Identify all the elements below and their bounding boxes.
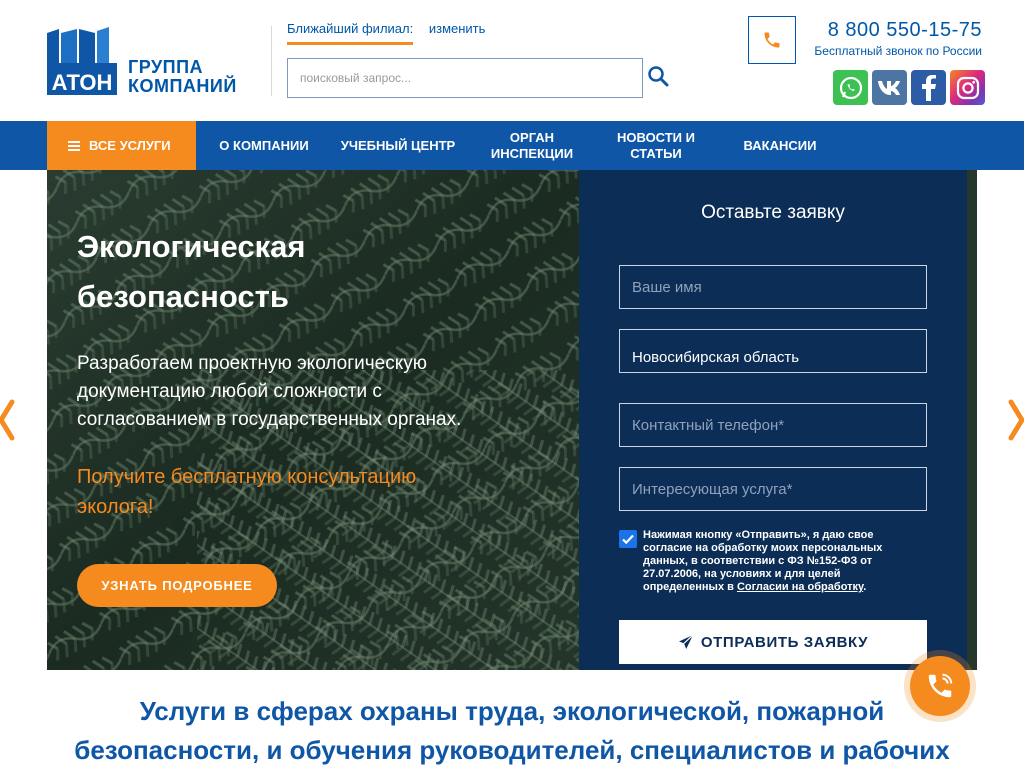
phone-note: Бесплатный звонок по России <box>814 44 982 58</box>
logo-line-2: КОМПАНИЙ <box>128 76 237 96</box>
nav-item-label-2: СТАТЬИ <box>630 145 682 161</box>
consent-line: Нажимая кнопку «Отправить», я даю свое <box>643 529 874 541</box>
header-divider <box>271 26 272 96</box>
logo-line-1: ГРУППА <box>128 57 204 77</box>
hero-desc-line-3: согласованием в государственных органах. <box>77 409 462 430</box>
nav-item-label: ОРГАН <box>509 129 555 145</box>
page: АТОН ГРУППА КОМПАНИЙ Ближайший филиал: и… <box>0 0 1024 768</box>
nearest-branch: Ближайший филиал: изменить <box>287 21 485 45</box>
consent-line: согласие на обработку моих персональных <box>643 542 883 554</box>
slider-next-arrow[interactable] <box>1006 398 1024 442</box>
all-services-button[interactable]: ВСЕ УСЛУГИ <box>47 121 196 170</box>
consent-checkbox[interactable] <box>619 530 637 548</box>
name-field[interactable] <box>619 265 927 309</box>
nav-item-label: УЧЕБНЫЙ ЦЕНТР <box>340 137 456 153</box>
checkmark-icon <box>622 534 634 545</box>
consent-line: определенных в Согласии на обработку. <box>643 581 903 594</box>
service-field[interactable] <box>619 467 927 511</box>
hero-title-line-2: безопасность <box>77 279 289 314</box>
hero-cta-text: Получите бесплатную консультацию эколога… <box>77 462 517 522</box>
site-header: АТОН ГРУППА КОМПАНИЙ Ближайший филиал: и… <box>0 0 1024 121</box>
branch-label: Ближайший филиал: <box>287 21 414 45</box>
vk-icon[interactable] <box>872 70 907 105</box>
whatsapp-icon[interactable] <box>833 70 868 105</box>
nav-item-news[interactable]: НОВОСТИ И СТАТЬИ <box>598 121 714 170</box>
hero-description: Разработаем проектную экологическую доку… <box>77 350 517 434</box>
hero-desc-line-1: Разработаем проектную экологическую <box>77 353 427 374</box>
services-heading-line-1: Услуги в сферах охраны труда, экологичес… <box>139 696 885 726</box>
consent-end: . <box>863 581 867 593</box>
company-logo[interactable]: АТОН ГРУППА КОМПАНИЙ <box>47 27 237 97</box>
submit-label: ОТПРАВИТЬ ЗАЯВКУ <box>700 633 869 651</box>
request-form: Оставьте заявку Новосибирская область На… <box>579 170 967 670</box>
facebook-icon[interactable] <box>911 70 946 105</box>
consent-text: Нажимая кнопку «Отправить», я даю свое с… <box>643 529 903 594</box>
nav-item-label: НОВОСТИ И <box>617 129 695 145</box>
learn-more-button[interactable]: УЗНАТЬ ПОДРОБНЕЕ <box>77 564 277 607</box>
social-links <box>833 70 985 105</box>
hero-slider: Экологическая безопасность Разработаем п… <box>47 170 977 670</box>
slider-prev-arrow[interactable] <box>0 398 18 442</box>
submit-request-button[interactable]: ОТПРАВИТЬ ЗАЯВКУ <box>619 620 927 664</box>
region-select[interactable]: Новосибирская область <box>619 329 927 373</box>
search-icon[interactable] <box>647 65 671 89</box>
nav-item-inspection-body[interactable]: ОРГАН ИНСПЕКЦИИ <box>474 121 590 170</box>
search-input[interactable] <box>287 58 643 98</box>
phone-field[interactable] <box>619 403 927 447</box>
nav-item-label-2: ИНСПЕКЦИИ <box>490 145 574 161</box>
main-nav: ВСЕ УСЛУГИ О КОМПАНИИ УЧЕБНЫЙ ЦЕНТР ОРГА… <box>0 121 1024 170</box>
phone-icon <box>928 673 953 698</box>
nav-item-training-center[interactable]: УЧЕБНЫЙ ЦЕНТР <box>330 121 466 170</box>
floating-call-button[interactable] <box>910 656 970 716</box>
callback-button[interactable] <box>748 16 796 64</box>
phone-icon <box>764 32 780 48</box>
hero-cta-line-1: Получите бесплатную консультацию <box>77 466 417 488</box>
branch-change-link[interactable]: изменить <box>429 21 486 36</box>
phone-number[interactable]: 8 800 550-15-75 <box>828 19 982 42</box>
send-icon <box>678 634 694 649</box>
nav-item-label: ВАКАНСИИ <box>743 137 817 153</box>
nav-item-label: О КОМПАНИИ <box>219 137 309 153</box>
hero-title: Экологическая безопасность <box>77 222 537 322</box>
services-heading-line-2: безопасности, и обучения руководителей, … <box>74 735 950 765</box>
logo-mark-icon: АТОН <box>47 27 117 95</box>
consent-agreement-link[interactable]: Согласии на обработку <box>737 581 863 593</box>
logo-wordmark: ГРУППА КОМПАНИЙ <box>128 58 237 96</box>
form-title: Оставьте заявку <box>701 202 845 223</box>
all-services-label: ВСЕ УСЛУГИ <box>89 138 171 153</box>
hero-cta-line-2: эколога! <box>77 496 154 518</box>
services-heading: Услуги в сферах охраны труда, экологичес… <box>40 692 984 768</box>
logo-mark-text: АТОН <box>52 70 113 95</box>
menu-icon <box>68 140 80 151</box>
hero-title-line-1: Экологическая <box>77 229 306 264</box>
consent-line: 27.07.2006, на условиях и для целей <box>643 568 841 580</box>
nav-item-company[interactable]: О КОМПАНИИ <box>206 121 322 170</box>
nav-item-vacancies[interactable]: ВАКАНСИИ <box>726 121 834 170</box>
consent-line-text: определенных в <box>643 581 734 593</box>
instagram-icon[interactable] <box>950 70 985 105</box>
hero-desc-line-2: документацию любой сложности с <box>77 381 382 402</box>
consent-line: данных, в соответствии с ФЗ №152-ФЗ от <box>643 555 873 567</box>
